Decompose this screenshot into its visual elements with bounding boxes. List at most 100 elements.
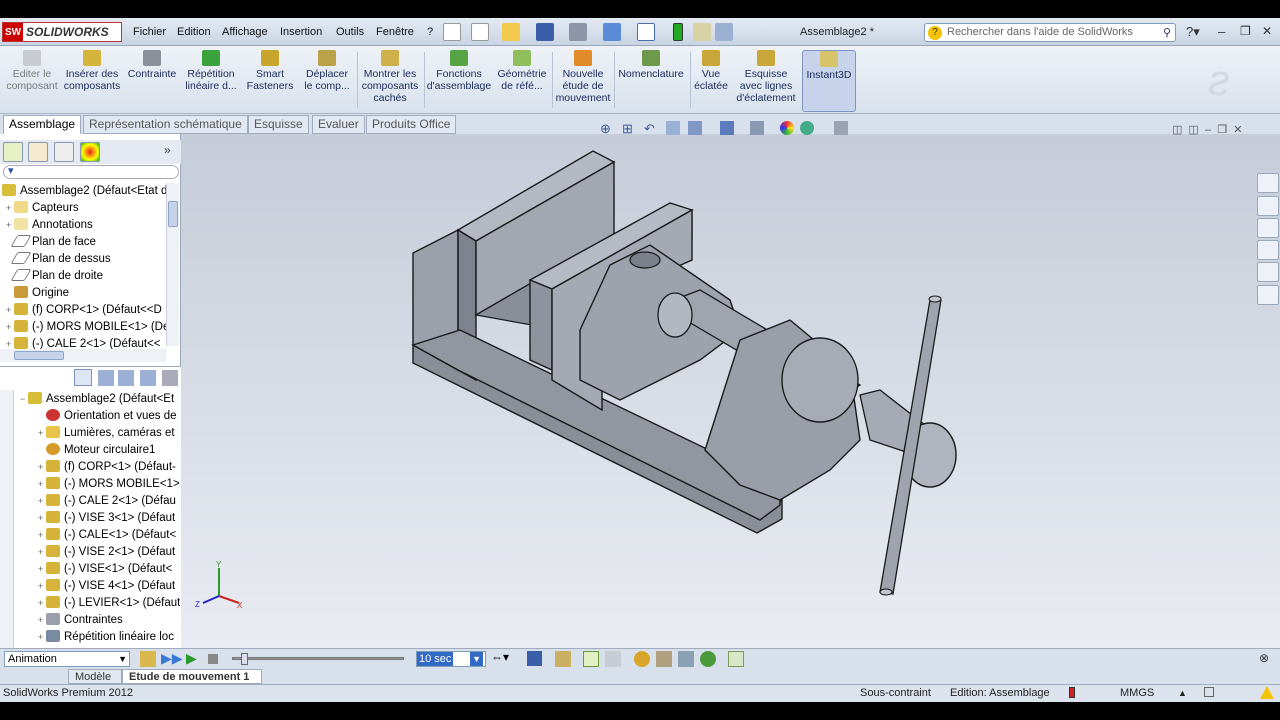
status-units[interactable]: MMGS <box>1120 684 1154 702</box>
tree-item-assembly-root[interactable]: Assemblage2 (Défaut<Etat d <box>0 183 166 200</box>
expand-icon[interactable]: + <box>38 629 46 646</box>
graphics-viewport[interactable] <box>181 134 1280 648</box>
motion-tree-vise-2[interactable]: + (-) VISE 2<1> (Défaut <box>38 544 180 561</box>
contact-icon[interactable] <box>678 651 694 667</box>
expand-icon[interactable]: + <box>6 302 14 319</box>
select-arrow-icon[interactable] <box>637 23 655 41</box>
gravity-icon[interactable] <box>700 651 716 667</box>
expand-icon[interactable]: + <box>6 319 14 336</box>
rebuild-traffic-light-icon[interactable] <box>1069 687 1075 698</box>
tab-etude-de-mouvement-1[interactable]: Etude de mouvement 1 <box>122 669 262 684</box>
scene-icon[interactable] <box>800 121 814 135</box>
scroll-thumb[interactable] <box>14 351 64 360</box>
spring-icon[interactable] <box>656 651 672 667</box>
tree-item-front-plane[interactable]: Plan de face <box>0 234 166 251</box>
filter-driving-icon[interactable] <box>98 370 114 386</box>
bill-of-materials-button[interactable]: Nomenclature <box>616 50 686 112</box>
motion-tree-scrollbar[interactable] <box>0 390 14 648</box>
task-pane-custom-properties-icon[interactable] <box>1257 285 1279 305</box>
menu-help[interactable]: ? <box>427 18 433 46</box>
add-key-icon[interactable] <box>605 651 621 667</box>
motion-tree-cale-2[interactable]: + (-) CALE 2<1> (Défau <box>38 493 180 510</box>
smart-fasteners-button[interactable]: Smart Fasteners <box>242 50 298 112</box>
configuration-manager-tab-icon[interactable] <box>54 142 74 162</box>
edit-component-button[interactable]: Editer le composant <box>2 50 62 112</box>
expand-icon[interactable]: + <box>38 578 46 595</box>
tab-modele[interactable]: Modèle <box>68 669 122 684</box>
animation-wizard-icon[interactable] <box>555 651 571 667</box>
tree-item-corp[interactable]: + (f) CORP<1> (Défaut<<D <box>0 302 166 319</box>
tree-item-origin[interactable]: Origine <box>0 285 166 302</box>
play-icon[interactable]: ▶ <box>186 650 197 667</box>
calculate-icon[interactable] <box>140 651 156 667</box>
expand-icon[interactable]: + <box>6 217 14 234</box>
status-box-icon[interactable] <box>1204 687 1214 697</box>
tree-item-top-plane[interactable]: Plan de dessus <box>0 251 166 268</box>
vise-assembly-model[interactable] <box>181 134 1280 648</box>
expand-icon[interactable]: + <box>38 595 46 612</box>
display-manager-tab-icon[interactable] <box>80 142 100 162</box>
motion-tree-assembly-root[interactable]: − Assemblage2 (Défaut<Et <box>20 391 186 408</box>
motion-tree-corp[interactable]: + (f) CORP<1> (Défaut- <box>38 459 180 476</box>
tree-item-annotations[interactable]: + Annotations <box>0 217 166 234</box>
minimize-icon[interactable]: – <box>1218 24 1225 39</box>
motion-tree-mates[interactable]: + Contraintes <box>38 612 180 629</box>
viewport-control-icons[interactable]: ◫ ◫ – ❐ ✕ <box>1172 123 1242 136</box>
options-icon[interactable] <box>693 23 711 41</box>
tree-item-mors-mobile[interactable]: + (-) MORS MOBILE<1> (De <box>0 319 166 336</box>
task-pane-design-library-icon[interactable] <box>1257 196 1279 216</box>
help-search-input[interactable]: ? Rechercher dans l'aide de SolidWorks ⚲ <box>924 23 1176 42</box>
study-type-select[interactable]: Animation ▼ <box>4 651 130 667</box>
tree-filter-input[interactable]: ▾ <box>3 165 179 179</box>
expand-icon[interactable]: + <box>6 200 14 217</box>
assembly-features-button[interactable]: Fonctions d'assemblage <box>426 50 492 112</box>
expand-icon[interactable]: + <box>38 425 46 442</box>
tab-representation-schematique[interactable]: Représentation schématique <box>83 115 248 134</box>
menu-fenetre[interactable]: Fenêtre <box>376 18 414 46</box>
motion-tree-mors-mobile[interactable]: + (-) MORS MOBILE<1> <box>38 476 180 493</box>
task-pane-view-palette-icon[interactable] <box>1257 240 1279 260</box>
task-pane-appearances-icon[interactable] <box>1257 262 1279 282</box>
stop-icon[interactable] <box>208 654 218 664</box>
menu-fichier[interactable]: Fichier <box>133 18 166 46</box>
view-settings-icon[interactable] <box>834 121 848 135</box>
tree-item-sensors[interactable]: + Capteurs <box>0 200 166 217</box>
motion-tree-orientation[interactable]: Orientation et vues de <box>38 408 180 425</box>
playback-time-select[interactable]: 10 sec ▼ <box>416 651 486 667</box>
feature-tree-tab-icon[interactable] <box>3 142 23 162</box>
expand-chevron-icon[interactable]: » <box>164 143 171 157</box>
linear-pattern-button[interactable]: Répétition linéaire d... <box>182 50 240 112</box>
autofit-icon[interactable] <box>162 370 178 386</box>
expand-icon[interactable]: + <box>38 527 46 544</box>
tab-esquisse[interactable]: Esquisse <box>248 115 309 134</box>
playback-mode-icon[interactable]: ⇔▾ <box>491 650 509 664</box>
expand-icon[interactable]: + <box>38 510 46 527</box>
tree-vertical-scrollbar[interactable] <box>166 183 179 346</box>
save-icon[interactable] <box>536 23 554 41</box>
previous-view-icon[interactable]: ↶ <box>644 121 655 137</box>
open-folder-icon[interactable] <box>502 23 520 41</box>
collapse-icon[interactable]: − <box>20 391 28 408</box>
motion-tree-vise-4[interactable]: + (-) VISE 4<1> (Défaut <box>38 578 180 595</box>
units-dropdown-icon[interactable]: ▲ <box>1178 684 1187 702</box>
reference-geometry-button[interactable]: Géométrie de réfé... <box>494 50 550 112</box>
autokey-icon[interactable] <box>583 651 599 667</box>
tab-produits-office[interactable]: Produits Office <box>366 115 457 134</box>
help-dropdown-icon[interactable]: ?▾ <box>1186 24 1200 40</box>
scroll-thumb[interactable] <box>168 201 178 227</box>
tree-horizontal-scrollbar[interactable] <box>0 349 166 362</box>
menu-outils[interactable]: Outils <box>336 18 364 46</box>
section-view-icon[interactable] <box>666 121 680 135</box>
print-icon[interactable] <box>569 23 587 41</box>
view-orientation-icon[interactable] <box>688 121 702 135</box>
search-icon[interactable]: ⚲ <box>1163 25 1171 42</box>
undo-icon[interactable] <box>603 23 621 41</box>
expand-icon[interactable]: + <box>38 493 46 510</box>
hide-show-icon[interactable] <box>750 121 764 135</box>
expand-icon[interactable]: + <box>38 544 46 561</box>
motion-tree-levier[interactable]: + (-) LEVIER<1> (Défaut <box>38 595 180 612</box>
filter-results-icon[interactable] <box>140 370 156 386</box>
tab-assemblage[interactable]: Assemblage <box>3 115 82 134</box>
new-document-icon[interactable] <box>471 23 489 41</box>
move-component-button[interactable]: Déplacer le comp... <box>300 50 354 112</box>
